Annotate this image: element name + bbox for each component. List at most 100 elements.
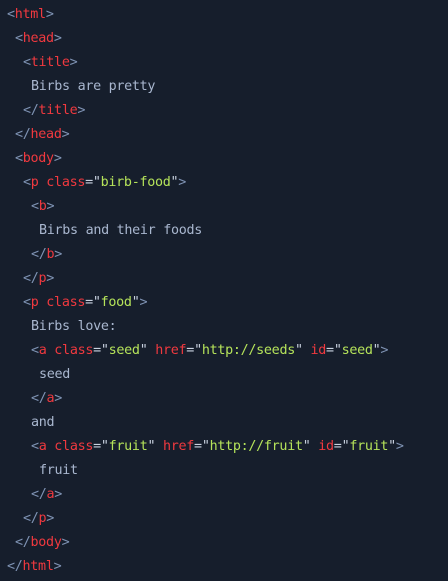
- punctuation: >: [46, 271, 55, 286]
- attribute-name: class: [54, 343, 94, 358]
- punctuation: </: [31, 247, 47, 262]
- code-view: <html> <head> <title> Birbs are pretty </tit…: [0, 0, 448, 579]
- quote: ": [147, 439, 163, 454]
- code-line: <b>: [7, 195, 448, 219]
- punctuation: >: [380, 343, 389, 358]
- tag-name: html: [14, 7, 46, 22]
- punctuation: >: [61, 127, 70, 142]
- quote: ": [92, 175, 101, 190]
- text-content: Birbs are pretty: [31, 79, 156, 94]
- quote: ": [294, 343, 311, 358]
- quote: ": [333, 343, 342, 358]
- punctuation: <: [23, 295, 31, 310]
- attribute-value: seed: [108, 343, 140, 358]
- attribute-name: class: [54, 439, 94, 454]
- code-line: Birbs are pretty: [7, 75, 448, 99]
- punctuation: </: [31, 487, 47, 502]
- code-line: <body>: [7, 147, 448, 171]
- tag-name: head: [30, 127, 62, 142]
- code-line: <p class="food">: [7, 291, 448, 315]
- tag-name: body: [30, 535, 62, 550]
- equals: =: [333, 439, 342, 454]
- attribute-value: birb-food: [100, 175, 171, 190]
- equals: =: [186, 343, 195, 358]
- code-line: </head>: [7, 123, 448, 147]
- punctuation: <: [31, 343, 39, 358]
- punctuation: >: [61, 535, 70, 550]
- attribute-value: fruit: [108, 439, 148, 454]
- code-line: </b>: [7, 243, 448, 267]
- code-line: </body>: [7, 531, 448, 555]
- quote: ": [194, 343, 202, 358]
- punctuation: <: [15, 31, 23, 46]
- attribute-name: id: [318, 439, 334, 454]
- punctuation: </: [23, 271, 39, 286]
- quote: ": [201, 439, 210, 454]
- code-line: </p>: [7, 507, 448, 531]
- punctuation: <: [7, 7, 15, 22]
- attribute-value: seed: [341, 343, 373, 358]
- code-line: <p class="birb-food">: [7, 171, 448, 195]
- punctuation: </: [7, 559, 23, 574]
- punctuation: </: [15, 127, 31, 142]
- equals: =: [93, 343, 101, 358]
- code-line: fruit: [7, 459, 448, 483]
- attribute-name: class: [46, 295, 86, 310]
- punctuation: </: [23, 511, 39, 526]
- punctuation: >: [178, 175, 187, 190]
- quote: ": [388, 439, 396, 454]
- quote: ": [302, 439, 319, 454]
- code-line: </a>: [7, 483, 448, 507]
- punctuation: >: [139, 295, 148, 310]
- text-content: and: [31, 415, 55, 430]
- punctuation: >: [46, 511, 55, 526]
- attribute-name: href: [162, 439, 195, 454]
- punctuation: <: [31, 199, 39, 214]
- attribute-name: class: [46, 175, 86, 190]
- tag-name: title: [38, 103, 78, 118]
- code-line: <html>: [7, 3, 448, 27]
- punctuation: >: [69, 55, 78, 70]
- punctuation: <: [15, 151, 23, 166]
- punctuation: <: [31, 439, 39, 454]
- tag-name: b: [38, 199, 47, 214]
- punctuation: <: [23, 55, 31, 70]
- code-line: </html>: [7, 555, 448, 579]
- attribute-value: fruit: [349, 439, 389, 454]
- code-line: <head>: [7, 27, 448, 51]
- tag-name: a: [38, 343, 55, 358]
- punctuation: </: [31, 391, 47, 406]
- code-line: seed: [7, 363, 448, 387]
- text-content: seed: [39, 367, 71, 382]
- code-line: </a>: [7, 387, 448, 411]
- equals: =: [93, 439, 101, 454]
- tag-name: body: [22, 151, 54, 166]
- code-line: Birbs love:: [7, 315, 448, 339]
- punctuation: >: [395, 439, 404, 454]
- tag-name: p: [30, 295, 47, 310]
- code-line: <a class="fruit" href="http://fruit" id=…: [7, 435, 448, 459]
- code-line: and: [7, 411, 448, 435]
- tag-name: head: [22, 31, 54, 46]
- text-content: fruit: [39, 463, 78, 478]
- quote: ": [100, 439, 109, 454]
- code-line: <a class="seed" href="http://seeds" id="…: [7, 339, 448, 363]
- punctuation: >: [54, 487, 63, 502]
- punctuation: </: [15, 535, 31, 550]
- attribute-value: http://fruit: [209, 439, 303, 454]
- quote: ": [139, 343, 156, 358]
- punctuation: >: [53, 31, 62, 46]
- attribute-name: id: [310, 343, 327, 358]
- code-line: <title>: [7, 51, 448, 75]
- equals: =: [85, 175, 93, 190]
- equals: =: [326, 343, 334, 358]
- tag-name: p: [30, 175, 47, 190]
- punctuation: >: [54, 391, 63, 406]
- tag-name: html: [22, 559, 54, 574]
- tag-name: a: [38, 439, 55, 454]
- punctuation: >: [53, 151, 62, 166]
- punctuation: >: [77, 103, 86, 118]
- punctuation: <: [23, 175, 31, 190]
- punctuation: >: [46, 199, 55, 214]
- tag-name: title: [30, 55, 70, 70]
